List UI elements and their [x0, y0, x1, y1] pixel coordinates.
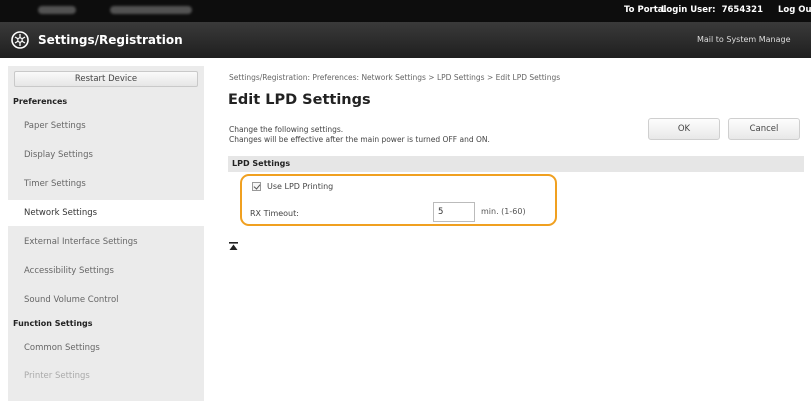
lpd-settings-section-header: LPD Settings [228, 156, 804, 172]
ok-button[interactable]: OK [648, 118, 720, 140]
rx-timeout-input[interactable] [433, 202, 475, 222]
instruction-line: Change the following settings. [229, 125, 344, 134]
login-label: Login User: [661, 5, 716, 15]
function-settings-heading: Function Settings [13, 319, 93, 328]
sidebar-item-network-settings[interactable]: Network Settings [8, 200, 204, 226]
sidebar-item-printer-settings[interactable]: Printer Settings [8, 363, 204, 389]
use-lpd-printing-label: Use LPD Printing [267, 182, 334, 191]
back-to-top-icon[interactable] [229, 242, 238, 251]
sidebar-item-paper-settings[interactable]: Paper Settings [8, 113, 204, 139]
settings-logo-icon [11, 31, 29, 49]
sidebar-item-timer-settings[interactable]: Timer Settings [8, 171, 204, 197]
login-user-id: 7654321 [721, 5, 763, 15]
restart-device-button[interactable]: Restart Device [14, 71, 198, 87]
blurred-text [110, 6, 192, 14]
sidebar-item-common-settings[interactable]: Common Settings [8, 335, 204, 361]
mail-to-system-manager-link[interactable]: Mail to System Manage [697, 35, 791, 44]
blurred-text [38, 6, 76, 14]
sidebar-item-accessibility-settings[interactable]: Accessibility Settings [8, 258, 204, 284]
page-section-title: Settings/Registration [38, 33, 183, 47]
rx-timeout-unit: min. (1-60) [481, 207, 526, 216]
top-bar: To Portal Login User: 7654321 Log Ou [0, 0, 811, 22]
header-bar: Settings/Registration Mail to System Man… [0, 22, 811, 58]
sidebar-item-external-interface-settings[interactable]: External Interface Settings [8, 229, 204, 255]
sidebar-item-sound-volume-control[interactable]: Sound Volume Control [8, 287, 204, 313]
logout-link[interactable]: Log Ou [778, 5, 811, 15]
rx-timeout-label: RX Timeout: [250, 209, 299, 218]
preferences-heading: Preferences [13, 97, 68, 106]
section-title: LPD Settings [232, 159, 291, 168]
instruction-line: Changes will be effective after the main… [229, 135, 490, 144]
use-lpd-printing-checkbox[interactable] [252, 182, 261, 191]
instructions: Change the following settings. Changes w… [229, 125, 490, 145]
sidebar-item-display-settings[interactable]: Display Settings [8, 142, 204, 168]
login-user: Login User: 7654321 [661, 5, 763, 15]
breadcrumb: Settings/Registration: Preferences: Netw… [229, 73, 561, 82]
cancel-button[interactable]: Cancel [728, 118, 800, 140]
sidebar: Restart Device Preferences Paper Setting… [8, 66, 204, 401]
page-title: Edit LPD Settings [228, 92, 371, 108]
